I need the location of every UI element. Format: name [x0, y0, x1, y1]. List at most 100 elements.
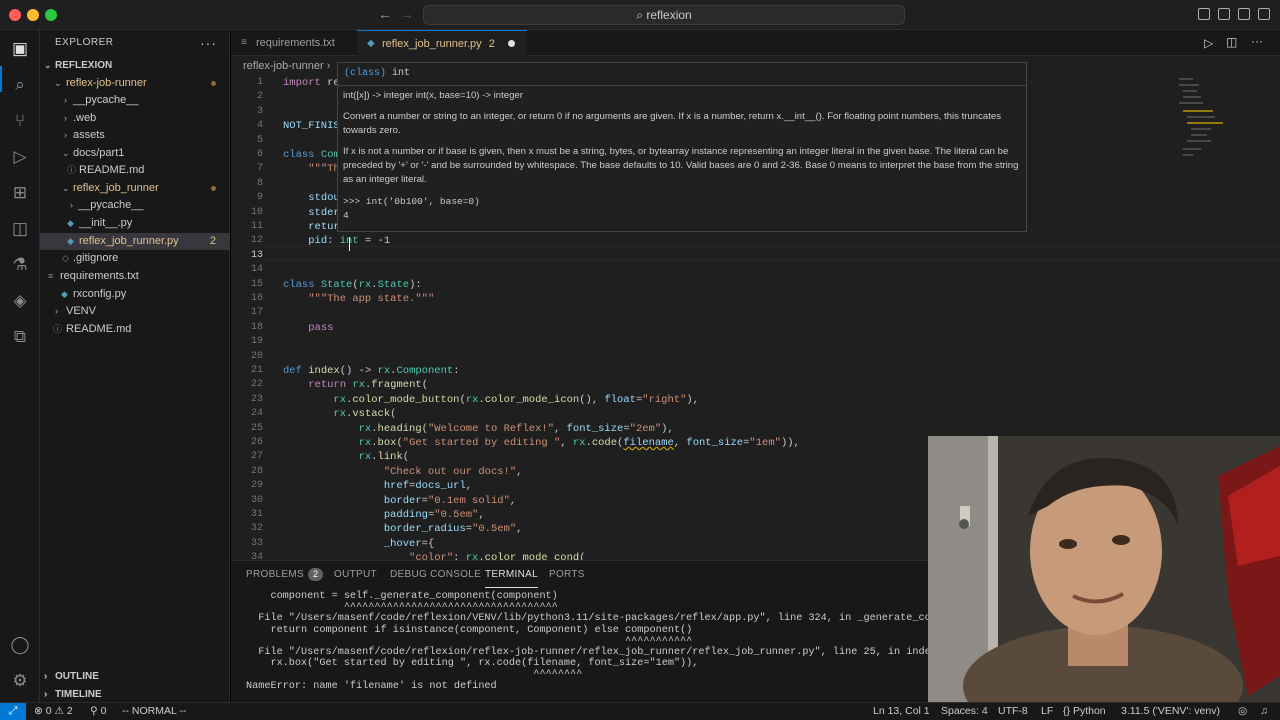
ports-status[interactable]: ⚲ 0	[90, 703, 106, 720]
split-editor-icon[interactable]: ◫	[1226, 35, 1237, 49]
tab-label: reflex_job_runner.py	[382, 38, 482, 50]
tree-item-rxconfig[interactable]: ◆ rxconfig.py	[40, 286, 230, 303]
minimap[interactable]	[1175, 76, 1235, 196]
line-number: 7	[256, 163, 263, 175]
text-file-icon: ≡	[241, 37, 247, 48]
tab-output[interactable]: OUTPUT	[334, 561, 377, 589]
tree-item-readme[interactable]: ⓘ README.md	[40, 321, 230, 338]
chevron-right-icon: ›	[64, 113, 67, 123]
command-center-search[interactable]: ⌕ reflexion	[423, 5, 905, 25]
code-line-34: "color": rx.color_mode_cond(	[409, 552, 586, 560]
more-actions-icon[interactable]: ···	[1251, 34, 1263, 48]
line-number: 33	[250, 537, 263, 549]
tab-ports[interactable]: PORTS	[549, 561, 585, 589]
toggle-sidebar-icon[interactable]	[1198, 8, 1210, 20]
line-number: 8	[256, 177, 263, 189]
workspace-root[interactable]: ⌄ REFLEXION	[40, 57, 230, 74]
line-number: 6	[256, 149, 263, 160]
more-actions-icon[interactable]: ···	[200, 30, 217, 56]
tree-item-requirements[interactable]: ≡ requirements.txt	[40, 268, 230, 285]
search-icon[interactable]: ⌕	[9, 74, 31, 96]
python-interpreter[interactable]: 3.11.5 ('VENV': venv)	[1121, 703, 1220, 720]
tree-item-init-py[interactable]: ◆ __init__.py	[40, 215, 230, 232]
markdown-file-icon: ⓘ	[67, 165, 77, 175]
tab-debug-console[interactable]: DEBUG CONSOLE	[390, 561, 481, 589]
tree-item-gitignore[interactable]: ◇ .gitignore	[40, 250, 230, 267]
toggle-panel-icon[interactable]	[1218, 8, 1230, 20]
error-icon: ⊗	[34, 705, 43, 717]
toggle-secondary-sidebar-icon[interactable]	[1238, 8, 1250, 20]
language-mode[interactable]: {} Python	[1063, 703, 1106, 720]
encoding[interactable]: UTF-8	[998, 703, 1028, 720]
activity-bar: ▣ ⌕ ⑂ ▷ ⊞ ◫ ⚗ ◈ ⧉ ◯ ⚙	[0, 30, 40, 702]
explorer-icon[interactable]: ▣	[9, 38, 31, 60]
notifications-bell-icon[interactable]: ♫	[1260, 703, 1268, 720]
tab-label: OUTPUT	[334, 569, 377, 580]
tree-item-pycache[interactable]: › __pycache__	[40, 92, 230, 109]
line-number: 24	[250, 408, 263, 420]
line-number: 26	[250, 437, 263, 448]
code-line-21: def index() -> rx.Component:	[283, 365, 460, 377]
line-number: 3	[256, 105, 263, 117]
problems-status[interactable]: ⊗ 0 ⚠ 2	[34, 703, 73, 720]
timeline-section[interactable]: › TIMELINE	[40, 686, 230, 703]
tree-item-label: reflex-job-runner	[66, 77, 147, 89]
extra-icon[interactable]: ⧉	[9, 326, 31, 348]
terminal-line: ^^^^^^^^^^^	[246, 635, 693, 647]
tab-reflex-job-runner[interactable]: ◆ reflex_job_runner.py 2	[357, 30, 527, 56]
code-line-32: border_radius="0.5em",	[383, 523, 523, 535]
line-number: 29	[250, 480, 263, 492]
tree-item-label: reflex_job_runner.py	[79, 235, 179, 247]
tree-item-pkg-pycache[interactable]: › __pycache__	[40, 197, 230, 214]
end-of-line[interactable]: LF	[1041, 703, 1053, 720]
text-cursor-icon	[349, 237, 355, 251]
minimize-window-button[interactable]	[27, 9, 39, 21]
copilot-icon[interactable]: ◎	[1238, 703, 1247, 720]
warning-icon: ⚠	[54, 705, 64, 717]
code-line-24: rx.vstack(	[333, 408, 397, 420]
back-arrow-icon[interactable]: ←	[378, 6, 392, 22]
tab-label: requirements.txt	[256, 37, 335, 49]
chevron-right-icon: ›	[64, 95, 67, 105]
source-control-icon[interactable]: ⑂	[9, 110, 31, 132]
tree-item-reflex-job-runner[interactable]: ⌄ reflex-job-runner	[40, 75, 230, 92]
manage-gear-icon[interactable]: ⚙	[9, 670, 31, 692]
tree-item-docs-part1[interactable]: ⌄ docs/part1	[40, 145, 230, 162]
python-file-icon: ◆	[67, 236, 74, 246]
extensions-icon[interactable]: ⊞	[9, 182, 31, 204]
tab-problems[interactable]: PROBLEMS 2	[246, 561, 324, 589]
maximize-window-button[interactable]	[45, 9, 57, 21]
line-number: 18	[250, 321, 263, 333]
tree-item-docs-readme[interactable]: ⓘ README.md	[40, 162, 230, 179]
testing-icon[interactable]: ⚗	[9, 254, 31, 276]
cursor-position[interactable]: Ln 13, Col 1	[873, 703, 930, 720]
unsaved-dot[interactable]	[507, 40, 515, 47]
tab-terminal[interactable]: TERMINAL	[485, 561, 538, 588]
account-icon[interactable]: ◯	[9, 634, 31, 656]
warning-count: 2	[66, 705, 73, 717]
close-window-button[interactable]	[9, 9, 21, 21]
tree-item-venv[interactable]: › VENV	[40, 303, 230, 320]
run-debug-icon[interactable]: ▷	[9, 146, 31, 168]
hover-divider	[338, 85, 1026, 86]
run-icon[interactable]: ▷	[1204, 36, 1213, 50]
line-number: 9	[256, 192, 263, 204]
presenter-video-image	[928, 436, 1280, 702]
remote-indicator-icon[interactable]: ⤢	[0, 703, 26, 720]
customize-layout-icon[interactable]	[1258, 8, 1270, 20]
hover-result: 4	[343, 210, 349, 221]
tree-item-reflex-job-runner-py[interactable]: ◆ reflex_job_runner.py 2	[40, 233, 230, 250]
chevron-right-icon: ›	[64, 130, 67, 140]
remote-explorer-icon[interactable]: ◫	[9, 218, 31, 240]
tab-requirements[interactable]: ≡ requirements.txt	[231, 30, 357, 56]
outline-section[interactable]: › OUTLINE	[40, 668, 230, 685]
tree-item-web[interactable]: › .web	[40, 110, 230, 127]
breadcrumb-item[interactable]: reflex-job-runner	[243, 60, 324, 72]
code-line-15: class State(rx.State):	[283, 279, 422, 291]
indentation[interactable]: Spaces: 4	[941, 703, 988, 720]
docker-icon[interactable]: ◈	[9, 290, 31, 312]
vim-mode: -- NORMAL --	[122, 705, 187, 717]
tree-item-assets[interactable]: › assets	[40, 127, 230, 144]
forward-arrow-icon[interactable]: →	[400, 6, 414, 22]
tree-item-reflex-job-runner-pkg[interactable]: ⌄ reflex_job_runner	[40, 180, 230, 197]
